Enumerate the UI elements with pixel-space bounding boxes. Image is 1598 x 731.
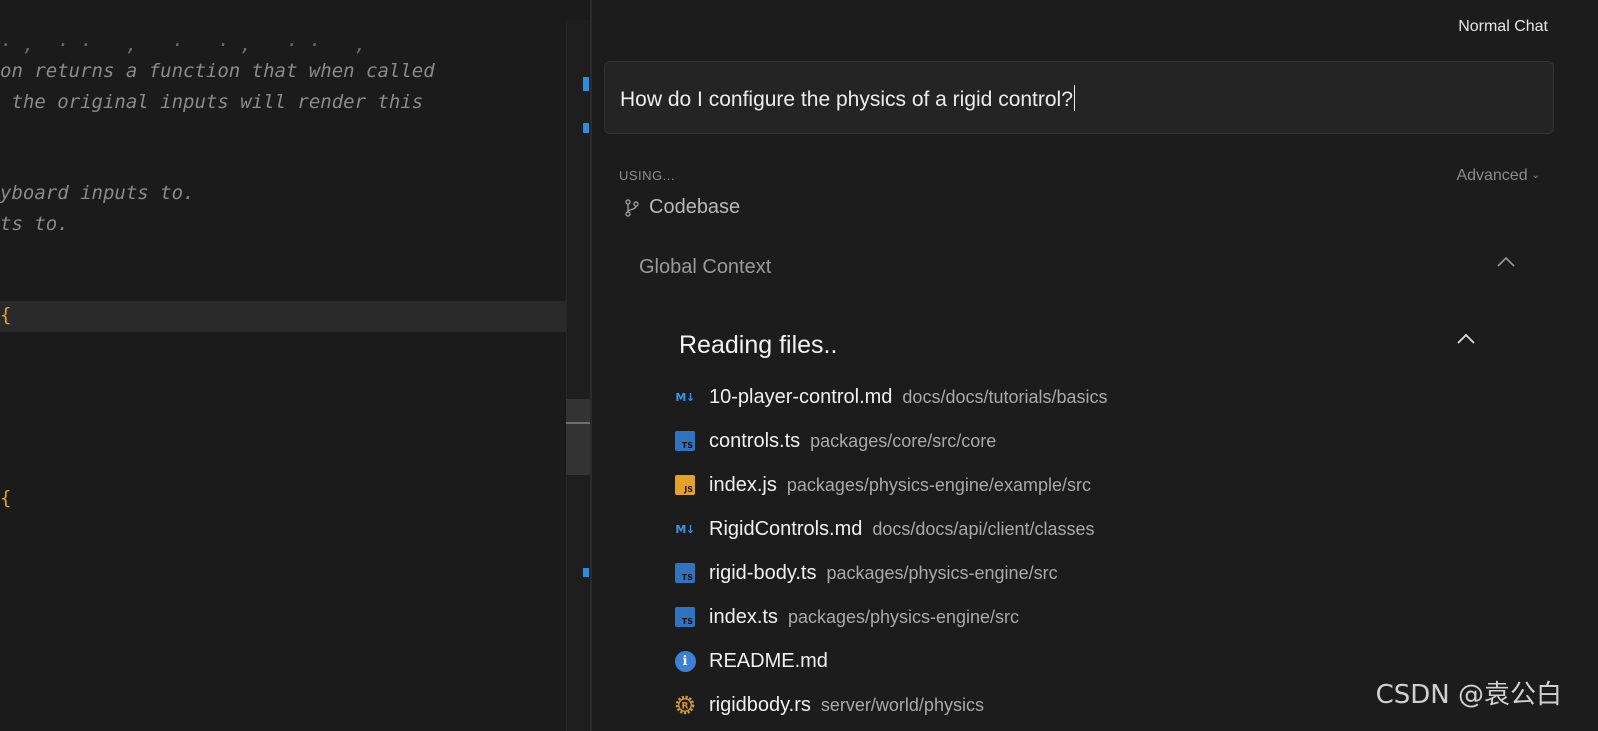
typescript-icon: TS (674, 606, 696, 628)
advanced-label: Advanced (1456, 167, 1528, 184)
code-line: ts to. (0, 213, 69, 235)
rust-icon: R (674, 694, 696, 716)
info-icon: i (674, 650, 696, 672)
code-editor[interactable]: · , · · , · · , · · , on returns a funct… (0, 0, 590, 731)
codebase-context-chip[interactable]: Codebase (624, 196, 740, 219)
file-path: server/world/physics (820, 694, 984, 715)
codebase-label: Codebase (649, 196, 741, 218)
svg-text:R: R (682, 702, 689, 712)
git-branch-icon (625, 198, 639, 217)
file-path: packages/physics-engine/src (787, 606, 1020, 627)
markdown-icon: M↓ (675, 522, 695, 536)
file-path: packages/core/src/core (810, 430, 997, 451)
text-caret (1073, 85, 1075, 111)
file-item[interactable]: i README.md (674, 646, 838, 676)
chevron-down-icon: ⌄ (1531, 170, 1540, 181)
code-line: yboard inputs to. (0, 182, 195, 204)
advanced-dropdown[interactable]: Advanced ⌄ (1456, 167, 1540, 185)
file-name: RigidControls.md (709, 517, 863, 540)
using-label: USING... (619, 168, 676, 183)
change-marker (583, 77, 589, 91)
file-name: rigidbody.rs (709, 693, 811, 716)
file-item[interactable]: R rigidbody.rs server/world/physics (674, 690, 984, 720)
file-item[interactable]: JS index.js packages/physics-engine/exam… (674, 470, 1091, 500)
javascript-icon: JS (674, 474, 696, 496)
editor-scrollbar-thumb[interactable] (566, 399, 590, 475)
file-name: rigid-body.ts (709, 561, 817, 584)
file-item[interactable]: TS index.ts packages/physics-engine/src (674, 602, 1019, 632)
change-marker (583, 123, 589, 133)
chat-mode-selector[interactable]: Normal Chat (1458, 18, 1548, 36)
chat-panel: Normal Chat How do I configure the physi… (592, 0, 1598, 731)
file-name: 10-player-control.md (709, 385, 893, 408)
chat-input[interactable]: How do I configure the physics of a rigi… (604, 61, 1554, 134)
file-item[interactable]: M↓ 10-player-control.md docs/docs/tutori… (674, 382, 1108, 412)
file-name: index.ts (709, 605, 778, 628)
file-name: index.js (709, 473, 777, 496)
code-line: · , · · , · · , · · , (0, 34, 367, 56)
chat-input-text[interactable]: How do I configure the physics of a rigi… (620, 85, 1075, 112)
file-path: packages/physics-engine/example/src (786, 474, 1091, 495)
file-item[interactable]: M↓ RigidControls.md docs/docs/api/client… (674, 514, 1095, 544)
file-item[interactable]: TS controls.ts packages/core/src/core (674, 426, 996, 456)
scrollbar-position-line (566, 422, 590, 424)
file-path: docs/docs/api/client/classes (872, 518, 1095, 539)
code-brace: { (0, 304, 12, 326)
app-window: · , · · , · · , · · , on returns a funct… (0, 0, 1598, 731)
markdown-icon: M↓ (675, 390, 695, 404)
file-item[interactable]: TS rigid-body.ts packages/physics-engine… (674, 558, 1058, 588)
file-path: docs/docs/tutorials/basics (902, 386, 1108, 407)
chevron-up-icon[interactable] (1495, 254, 1517, 270)
code-line: the original inputs will render this (0, 91, 424, 113)
file-name: README.md (709, 649, 828, 672)
watermark: CSDN @袁公白 (1375, 680, 1562, 710)
typescript-icon: TS (674, 562, 696, 584)
global-context-header[interactable]: Global Context (639, 256, 771, 279)
code-brace: { (0, 487, 12, 509)
typescript-icon: TS (674, 430, 696, 452)
change-marker (583, 568, 589, 577)
chevron-up-icon[interactable] (1455, 331, 1477, 347)
current-line-highlight (0, 301, 590, 332)
file-name: controls.ts (709, 429, 801, 452)
reading-files-header[interactable]: Reading files.. (679, 331, 837, 360)
code-line: on returns a function that when called (0, 60, 435, 82)
file-path: packages/physics-engine/src (826, 562, 1058, 583)
